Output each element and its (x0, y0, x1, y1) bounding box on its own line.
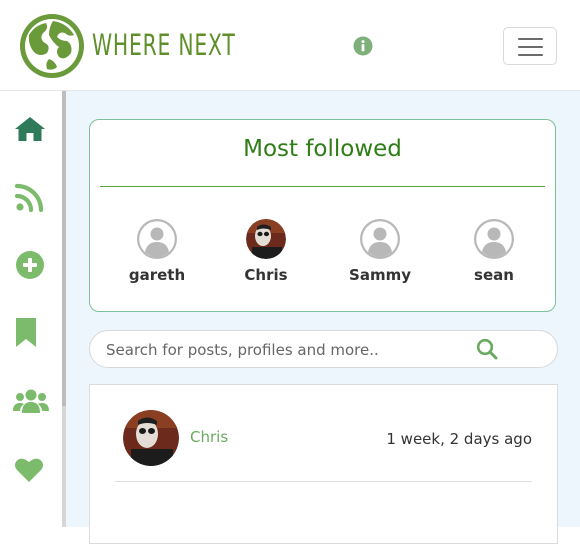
bookmark-icon[interactable] (14, 317, 46, 349)
post-card[interactable]: Chris 1 week, 2 days ago (89, 384, 558, 544)
most-followed-card: Most followed gareth Chris Sammy sean (89, 119, 556, 312)
info-icon[interactable] (353, 36, 373, 56)
post-author-avatar[interactable] (123, 410, 179, 466)
divider (100, 186, 545, 187)
profile-item-chris[interactable]: Chris (216, 219, 316, 284)
globe-icon[interactable] (19, 13, 85, 79)
default-avatar-icon[interactable] (474, 219, 514, 259)
main-content: Most followed gareth Chris Sammy sean Se… (66, 91, 580, 544)
menu-toggle-button[interactable] (503, 27, 557, 65)
profile-item-sammy[interactable]: Sammy (330, 219, 430, 284)
profile-name[interactable]: sean (444, 266, 544, 284)
profile-name[interactable]: gareth (107, 266, 207, 284)
sidebar (0, 91, 66, 527)
home-icon[interactable] (14, 113, 46, 145)
profile-item-gareth[interactable]: gareth (107, 219, 207, 284)
plus-circle-icon[interactable] (14, 250, 46, 282)
hamburger-icon (518, 54, 543, 56)
profile-item-sean[interactable]: sean (444, 219, 544, 284)
search-input[interactable] (104, 331, 468, 369)
profile-name[interactable]: Chris (216, 266, 316, 284)
user-photo-avatar[interactable] (246, 219, 286, 259)
most-followed-title: Most followed (243, 136, 402, 162)
divider (115, 481, 532, 482)
rss-icon[interactable] (14, 181, 46, 213)
brand-title[interactable]: WHERE NEXT (92, 28, 236, 62)
post-timestamp: 1 week, 2 days ago (386, 430, 532, 448)
heart-icon[interactable] (14, 454, 44, 486)
default-avatar-icon[interactable] (360, 219, 400, 259)
default-avatar-icon[interactable] (137, 219, 177, 259)
profile-name[interactable]: Sammy (330, 266, 430, 284)
users-icon[interactable] (13, 385, 49, 417)
top-navbar: WHERE NEXT (0, 0, 580, 91)
post-author-link[interactable]: Chris (190, 428, 228, 446)
search-icon[interactable] (476, 338, 498, 360)
search-bar (89, 330, 558, 369)
hamburger-icon (518, 38, 543, 40)
hamburger-icon (518, 46, 543, 48)
